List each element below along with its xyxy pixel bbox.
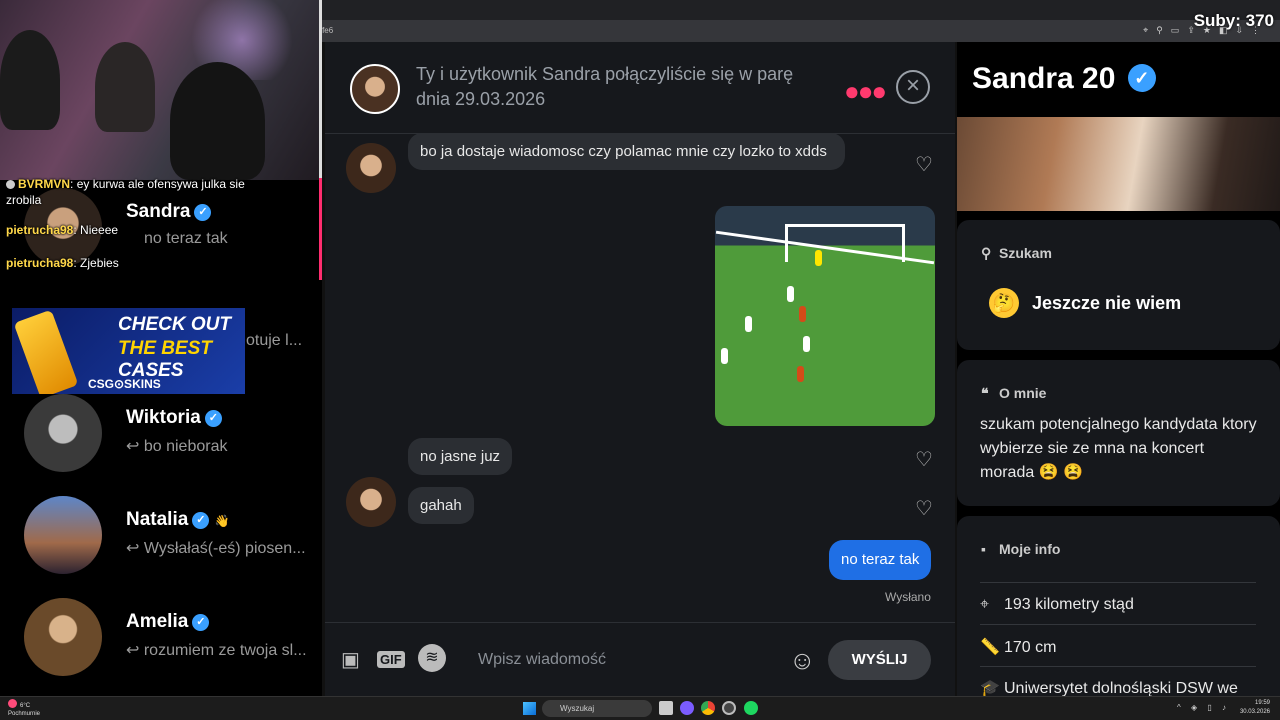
avatar	[346, 143, 396, 193]
weather-widget[interactable]: 6°C Pochmurnie	[8, 699, 40, 718]
school-row: 🎓 Uniwersytet dolnośląski DSW we	[980, 680, 1238, 696]
profile-panel: Sandra 20 ✓ ⚲ Szukam 🤔 Jeszcze nie wiem ❝…	[957, 42, 1280, 696]
conversation-preview: ↩ Wysłałaś(-eś) piosen...	[126, 540, 306, 557]
match-info: Ty i użytkownik Sandra połączyliście się…	[416, 64, 794, 109]
discord-icon[interactable]	[680, 701, 694, 715]
info-title: ▪ Moje info	[981, 541, 1061, 557]
knife-icon	[13, 309, 79, 394]
person	[0, 30, 60, 130]
seeking-value: Jeszcze nie wiem	[1032, 293, 1182, 313]
info-card: ▪ Moje info ⌖ 193 kilometry stąd 📏 170 cm 🎓…	[957, 516, 1280, 696]
spotify-icon[interactable]: ≋	[418, 644, 446, 672]
about-card: ❝ O mnie szukam potencjalnego kandydata k…	[957, 360, 1280, 506]
more-options-icon[interactable]: ●●●	[844, 76, 887, 107]
ad-brand: CSG⊙SKINS	[88, 377, 161, 391]
system-tray[interactable]: ^ ◈ ▯ ♪	[1177, 703, 1230, 712]
message-composer: ▣ GIF ≋ Wpisz wiadomość ☺ WYŚLIJ	[325, 622, 955, 696]
conversation-item-wiktoria[interactable]: Wiktoria ✓ ↩ bo nieborak	[0, 382, 322, 482]
left-column: Sandra ✓ no teraz tak otuje l... Wiktoria…	[0, 0, 322, 696]
badge-icon	[6, 180, 15, 190]
chat-message: BVRMVN: ey kurwa ale ofensywa julka sie …	[6, 177, 245, 207]
avatar[interactable]	[350, 64, 400, 114]
taskbar-clock[interactable]: 19:59 30.03.2026	[1240, 699, 1270, 717]
chat-panel: Ty i użytkownik Sandra połączyliście się…	[325, 42, 955, 696]
verified-icon: ✓	[204, 410, 222, 427]
chat-header: Ty i użytkownik Sandra połączyliście się…	[325, 42, 955, 134]
task-view-icon[interactable]	[659, 701, 673, 715]
windows-start-icon[interactable]	[523, 702, 536, 715]
thinking-emoji-icon: 🤔	[989, 288, 1019, 318]
conversation-item-natalia[interactable]: Natalia ✓ 👋 ↩ Wysłałaś(-eś) piosen...	[0, 484, 322, 584]
verified-icon: ✓	[192, 614, 210, 631]
person	[170, 62, 265, 180]
chat-message: pietrucha98: Zjebies	[6, 256, 119, 270]
conversation-preview: ↩ bo nieborak	[126, 438, 228, 455]
spotify-app-icon[interactable]	[744, 701, 758, 715]
location-pin-icon: ⌖	[980, 596, 990, 613]
conversation-name: Wiktoria ✓	[126, 407, 222, 429]
quote-icon: ❝	[981, 385, 989, 401]
close-icon[interactable]: ×	[896, 70, 930, 104]
distance-row: ⌖ 193 kilometry stąd	[980, 596, 1134, 613]
ruler-icon: 📏	[980, 639, 1000, 656]
profile-name: Sandra 20 ✓	[972, 62, 1156, 96]
seeking-title: ⚲ Szukam	[981, 245, 1052, 261]
obs-icon[interactable]	[722, 701, 736, 715]
message-photo[interactable]	[715, 206, 935, 426]
message-status: Wysłano	[885, 590, 931, 604]
conversation-preview: ↩ rozumiem ze twoja sl...	[126, 642, 307, 659]
stream-chat: BVRMVN: ey kurwa ale ofensywa julka sie …	[6, 176, 276, 279]
browser-tab-strip	[322, 0, 1280, 20]
about-title: ❝ O mnie	[981, 385, 1047, 401]
about-text: szukam potencjalnego kandydata ktory wyb…	[980, 416, 1257, 481]
wave-icon: 👋	[214, 514, 230, 528]
gif-button[interactable]: GIF	[377, 651, 405, 668]
send-button[interactable]: WYŚLIJ	[828, 640, 931, 680]
emoji-icon[interactable]: ☺	[789, 645, 816, 676]
cast-icon[interactable]: ▭	[1171, 25, 1180, 36]
chrome-icon[interactable]	[701, 701, 715, 715]
avatar	[24, 598, 102, 676]
avatar	[24, 496, 102, 574]
seeking-card: ⚲ Szukam 🤔 Jeszcze nie wiem	[957, 220, 1280, 350]
message-incoming: gahah	[408, 487, 474, 524]
chat-message: pietrucha98: Nieeee	[6, 223, 119, 237]
message-incoming: bo ja dostaje wiadomosc czy polamac mnie…	[408, 133, 845, 170]
id-card-icon: ▪	[981, 541, 986, 557]
height-row: 📏 170 cm	[980, 639, 1057, 656]
sponsor-ad: CHECK OUT THE BEST CASES CSG⊙SKINS	[12, 308, 245, 394]
search-icon: ⚲	[981, 245, 992, 261]
school-icon: 🎓	[980, 680, 1000, 696]
message-outgoing: no teraz tak	[829, 540, 932, 580]
conversation-name: Natalia ✓ 👋	[126, 509, 230, 530]
heart-icon[interactable]: ♡	[915, 152, 933, 177]
taskbar: 6°C Pochmurnie Wyszukaj ^ ◈ ▯ ♪ 19:59 30.0…	[0, 696, 1280, 720]
contact-card-icon[interactable]: ▣	[341, 647, 360, 672]
subs-counter: Suby: 370	[1193, 11, 1274, 30]
zoom-icon[interactable]: ⚲	[1156, 25, 1163, 36]
message-input[interactable]: Wpisz wiadomość	[478, 651, 606, 669]
conversation-preview: otuje l...	[246, 332, 303, 349]
person	[95, 42, 155, 132]
screen: ffe6 ⌖ ⚲ ▭ ⇪ ★ ◧ ⇩ ⋮ Suby: 370 Sandra ✓ n…	[0, 0, 1280, 720]
conversation-item-amelia[interactable]: Amelia ✓ ↩ rozumiem ze twoja sl...	[0, 586, 322, 686]
weather-icon	[8, 699, 17, 708]
avatar	[24, 394, 102, 472]
profile-photo[interactable]	[957, 117, 1280, 211]
location-icon[interactable]: ⌖	[1143, 25, 1148, 36]
conversation-name: Amelia ✓	[126, 611, 210, 633]
verified-icon: ✓	[1127, 64, 1156, 92]
taskbar-search[interactable]: Wyszukaj	[542, 700, 652, 717]
webcam-overlay	[0, 0, 322, 180]
browser-address-bar[interactable]	[322, 20, 1280, 42]
heart-icon[interactable]: ♡	[915, 496, 933, 521]
verified-icon: ✓	[192, 512, 210, 529]
heart-icon[interactable]: ♡	[915, 447, 933, 472]
avatar	[346, 477, 396, 527]
message-incoming: no jasne juz	[408, 438, 513, 475]
